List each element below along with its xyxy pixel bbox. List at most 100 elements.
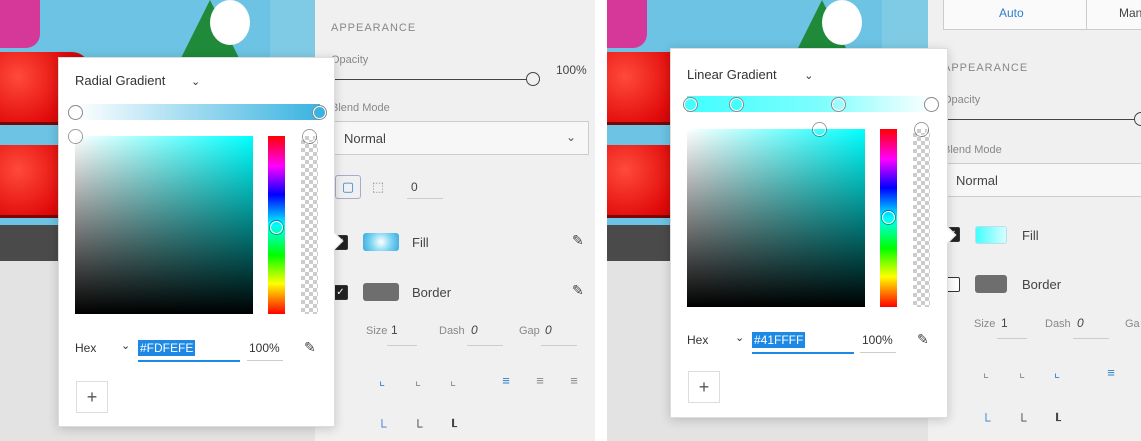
blend-mode-label: Blend Mode xyxy=(331,102,390,114)
gradient-stop-2[interactable] xyxy=(730,98,743,111)
border-outside-icon[interactable]: ⌞ xyxy=(1046,362,1068,384)
alpha-cursor[interactable] xyxy=(915,123,928,136)
hue-cursor[interactable] xyxy=(882,211,895,224)
opacity-slider-knob[interactable] xyxy=(526,72,540,86)
hex-input-underline xyxy=(138,360,240,362)
alpha-input[interactable]: 100% xyxy=(862,333,893,347)
properties-panel: APPEARANCE Opacity 100% Blend Mode Norma… xyxy=(315,0,595,441)
chevron-down-icon: ⌄ xyxy=(190,76,201,88)
saturation-cursor[interactable] xyxy=(813,123,826,136)
border-eyedropper-icon[interactable]: ✎ xyxy=(572,282,584,299)
gradient-type-select[interactable]: Radial Gradient ⌄ xyxy=(75,73,200,88)
gap-value[interactable]: 0 xyxy=(545,323,552,337)
dash-label: Dash xyxy=(439,325,465,337)
gradient-stop-4[interactable] xyxy=(925,98,938,111)
chevron-down-icon: ⌄ xyxy=(804,70,814,82)
opacity-value[interactable]: 100% xyxy=(556,63,587,77)
gap-label: Gap xyxy=(519,325,540,337)
fill-swatch[interactable] xyxy=(363,233,399,251)
hex-label: Hex xyxy=(75,341,97,355)
gradient-bar[interactable] xyxy=(687,96,933,112)
alpha-cursor[interactable] xyxy=(303,130,316,143)
border-inside-icon[interactable]: ⌞ xyxy=(371,370,393,392)
appearance-title: APPEARANCE xyxy=(943,62,1029,74)
segment-manual[interactable]: Man xyxy=(1119,6,1141,20)
fill-label: Fill xyxy=(412,235,429,250)
white-circle xyxy=(210,0,250,45)
independent-corner-icon[interactable]: ⬚ xyxy=(367,176,389,198)
color-picker-popup: Radial Gradient ⌄ Hex ⌄ #FDFEFE 100% ✎ + xyxy=(58,57,344,427)
size-value[interactable]: 1 xyxy=(391,323,398,337)
left-screenshot: APPEARANCE Opacity 100% Blend Mode Norma… xyxy=(0,0,595,441)
right-screenshot: Auto Man APPEARANCE Opacity Blend Mode N… xyxy=(607,0,1141,441)
rounded-corner-icon[interactable]: ▢ xyxy=(335,175,361,199)
border-center-icon[interactable]: ⌞ xyxy=(1011,362,1033,384)
saturation-square[interactable] xyxy=(687,129,865,307)
gradient-stop-1[interactable] xyxy=(684,98,697,111)
chevron-down-icon: ⌄ xyxy=(565,130,576,144)
dash-value[interactable]: 0 xyxy=(471,323,478,337)
hex-input[interactable]: #FDFEFE xyxy=(138,340,196,356)
add-swatch-button[interactable]: + xyxy=(688,371,720,403)
dash-label: Dash xyxy=(1045,318,1071,330)
size-label: Size xyxy=(974,318,996,330)
cap-round-icon[interactable]: └ xyxy=(407,416,429,438)
hex-format-chevron-icon[interactable]: ⌄ xyxy=(121,339,130,352)
cap-square-icon[interactable]: ┖ xyxy=(442,416,464,438)
saturation-cursor[interactable] xyxy=(69,130,82,143)
opacity-label: Opacity xyxy=(943,94,981,106)
alpha-slider[interactable] xyxy=(301,136,318,314)
opacity-slider-knob[interactable] xyxy=(1134,112,1141,126)
fill-eyedropper-icon[interactable]: ✎ xyxy=(572,232,584,249)
hex-format-chevron-icon[interactable]: ⌄ xyxy=(735,331,744,344)
join-miter-icon[interactable]: ≡ xyxy=(1100,362,1122,384)
join-miter-icon[interactable]: ≡ xyxy=(495,370,517,392)
border-checkbox[interactable]: ✓ xyxy=(333,285,348,300)
border-swatch[interactable] xyxy=(363,283,399,301)
appearance-title: APPEARANCE xyxy=(331,22,417,34)
opacity-slider[interactable] xyxy=(331,79,531,80)
size-label: Size xyxy=(366,325,388,337)
eyedropper-icon[interactable]: ✎ xyxy=(304,339,316,356)
blend-mode-value: Normal xyxy=(956,173,998,188)
dash-value[interactable]: 0 xyxy=(1077,316,1084,330)
gradient-bar[interactable] xyxy=(75,104,320,120)
border-center-icon[interactable]: ⌞ xyxy=(407,370,429,392)
dash-underline xyxy=(467,345,503,346)
segment-auto[interactable]: Auto xyxy=(999,6,1024,20)
join-bevel-icon[interactable]: ≡ xyxy=(563,370,585,392)
dash-underline xyxy=(1073,338,1109,339)
join-round-icon[interactable]: ≡ xyxy=(529,370,551,392)
gradient-type-select[interactable]: Linear Gradient ⌄ xyxy=(687,67,813,82)
size-underline xyxy=(387,345,417,346)
cap-round-icon[interactable]: └ xyxy=(1011,410,1033,432)
alpha-slider[interactable] xyxy=(913,129,930,307)
fill-swatch[interactable] xyxy=(975,226,1007,244)
gradient-type-label: Linear Gradient xyxy=(687,67,777,82)
saturation-square[interactable] xyxy=(75,136,253,314)
blend-mode-select[interactable]: Normal ⌄ xyxy=(331,121,589,155)
gradient-stop-3[interactable] xyxy=(832,98,845,111)
hue-cursor[interactable] xyxy=(270,221,283,234)
alpha-input[interactable]: 100% xyxy=(249,341,280,355)
gradient-stop-end[interactable] xyxy=(313,106,326,119)
opacity-slider[interactable] xyxy=(943,119,1138,120)
border-outside-icon[interactable]: ⌞ xyxy=(442,370,464,392)
cap-butt-icon[interactable]: └ xyxy=(975,410,997,432)
border-inside-icon[interactable]: ⌞ xyxy=(975,362,997,384)
cap-square-icon[interactable]: ┖ xyxy=(1046,410,1068,432)
hex-input[interactable]: #41FFFF xyxy=(752,332,806,348)
border-swatch[interactable] xyxy=(975,275,1007,293)
size-value[interactable]: 1 xyxy=(1001,316,1008,330)
fill-label: Fill xyxy=(1022,228,1039,243)
game-title-fragment xyxy=(0,0,40,48)
gradient-stop-start[interactable] xyxy=(69,106,82,119)
white-circle xyxy=(822,0,862,45)
segment-divider xyxy=(1086,0,1087,30)
add-swatch-button[interactable]: + xyxy=(76,381,108,413)
eyedropper-icon[interactable]: ✎ xyxy=(917,331,929,348)
blend-mode-select[interactable]: Normal xyxy=(943,163,1141,197)
corner-radius-value[interactable]: 0 xyxy=(411,180,418,194)
gap-underline xyxy=(541,345,577,346)
cap-butt-icon[interactable]: └ xyxy=(371,416,393,438)
